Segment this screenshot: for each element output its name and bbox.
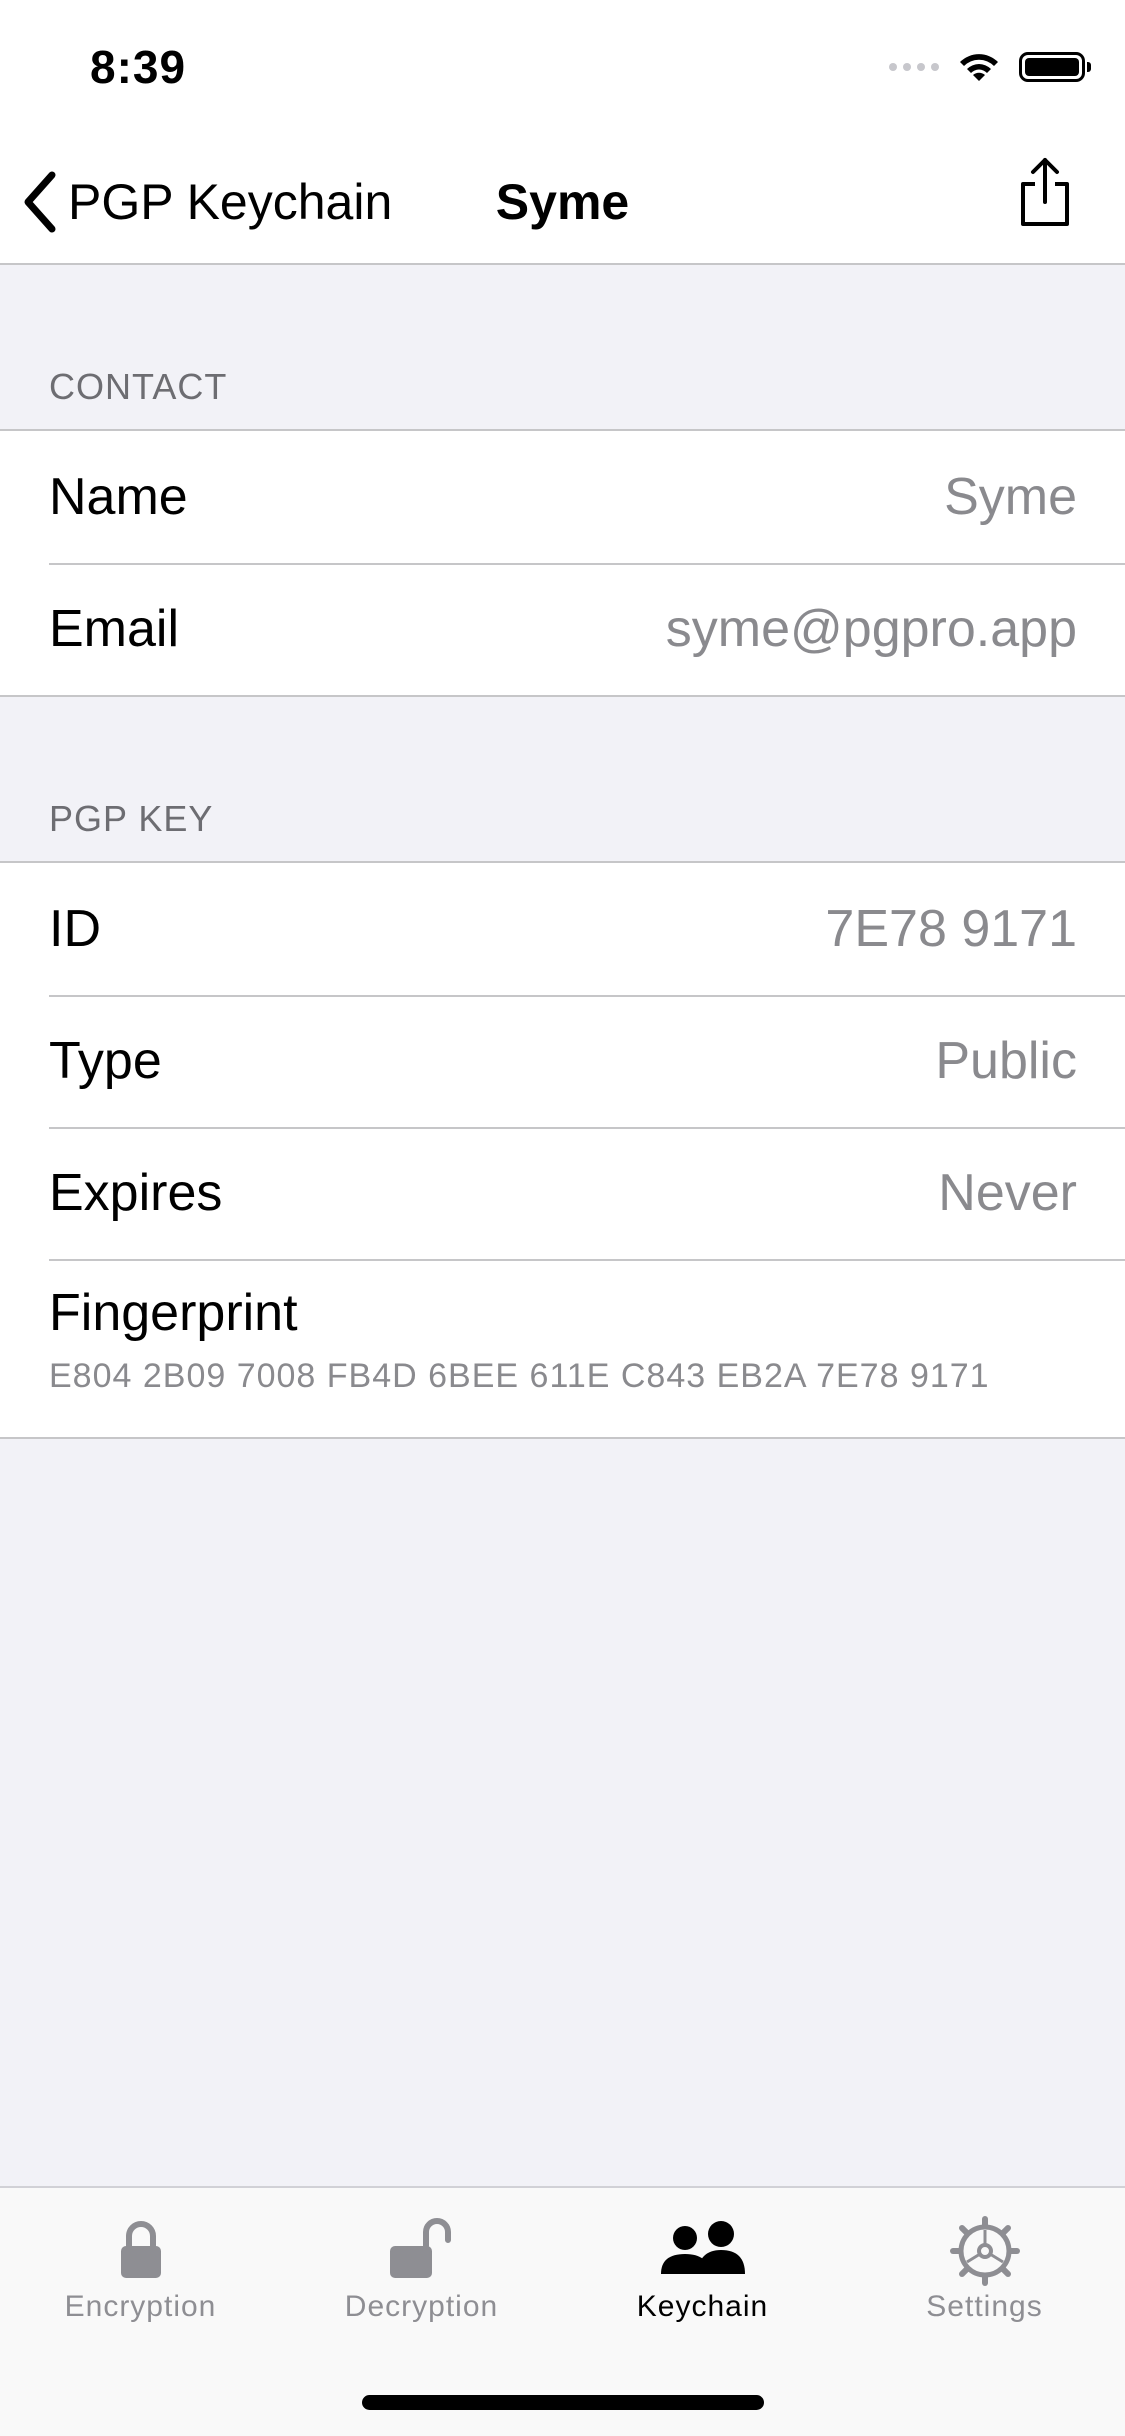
- key-expires-row: Expires Never: [0, 1127, 1125, 1259]
- contact-name-row: Name Syme: [0, 431, 1125, 563]
- tab-decryption-label: Decryption: [344, 2290, 499, 2323]
- name-value: Syme: [944, 468, 1077, 526]
- tab-keychain-label: Keychain: [636, 2290, 769, 2323]
- fingerprint-value: E804 2B09 7008 FB4D 6BEE 611E C843 EB2A …: [49, 1357, 990, 1395]
- id-label: ID: [49, 900, 101, 958]
- home-indicator: [362, 2395, 764, 2410]
- name-label: Name: [49, 468, 188, 526]
- type-value: Public: [935, 1032, 1077, 1090]
- battery-icon: [1019, 52, 1091, 82]
- contact-group: Name Syme Email syme@pgpro.app: [0, 429, 1125, 697]
- contact-email-row: Email syme@pgpro.app: [0, 563, 1125, 695]
- section-header-contact: CONTACT: [49, 366, 228, 407]
- lock-icon: [120, 2221, 161, 2278]
- back-button[interactable]: PGP Keychain: [22, 164, 392, 240]
- type-label: Type: [49, 1032, 162, 1090]
- key-fingerprint-row: Fingerprint E804 2B09 7008 FB4D 6BEE 611…: [0, 1259, 1125, 1437]
- id-value: 7E78 9171: [825, 900, 1077, 958]
- key-id-row: ID 7E78 9171: [0, 863, 1125, 995]
- pgp-key-group: ID 7E78 9171 Type Public Expires Never F…: [0, 861, 1125, 1439]
- wifi-icon: [960, 54, 998, 81]
- email-label: Email: [49, 600, 180, 658]
- fingerprint-label: Fingerprint: [49, 1284, 298, 1342]
- tab-settings-label: Settings: [926, 2290, 1043, 2323]
- expires-label: Expires: [49, 1164, 223, 1222]
- tab-decryption[interactable]: Decryption: [281, 2188, 562, 2348]
- status-time: 8:39: [90, 41, 187, 93]
- section-header-pgp-key: PGP KEY: [49, 798, 214, 839]
- status-icons: [889, 50, 1091, 84]
- status-bar: 8:39: [0, 0, 1125, 140]
- navigation-bar: Syme PGP Keychain: [0, 140, 1125, 265]
- tab-keychain[interactable]: Keychain: [562, 2188, 843, 2348]
- email-value: syme@pgpro.app: [665, 600, 1077, 658]
- expires-value: Never: [938, 1164, 1077, 1222]
- cellular-signal-icon: [889, 63, 939, 71]
- gear-icon: [949, 2216, 1020, 2286]
- tab-encryption-label: Encryption: [64, 2290, 217, 2323]
- share-button[interactable]: [1015, 154, 1075, 235]
- back-button-label: PGP Keychain: [68, 174, 393, 230]
- share-icon: [1021, 158, 1069, 226]
- people-icon: [660, 2221, 745, 2274]
- chevron-left-icon: [24, 171, 56, 233]
- key-type-row: Type Public: [0, 995, 1125, 1127]
- tab-settings[interactable]: Settings: [844, 2188, 1125, 2348]
- unlock-icon: [389, 2218, 451, 2278]
- tab-encryption[interactable]: Encryption: [0, 2188, 281, 2348]
